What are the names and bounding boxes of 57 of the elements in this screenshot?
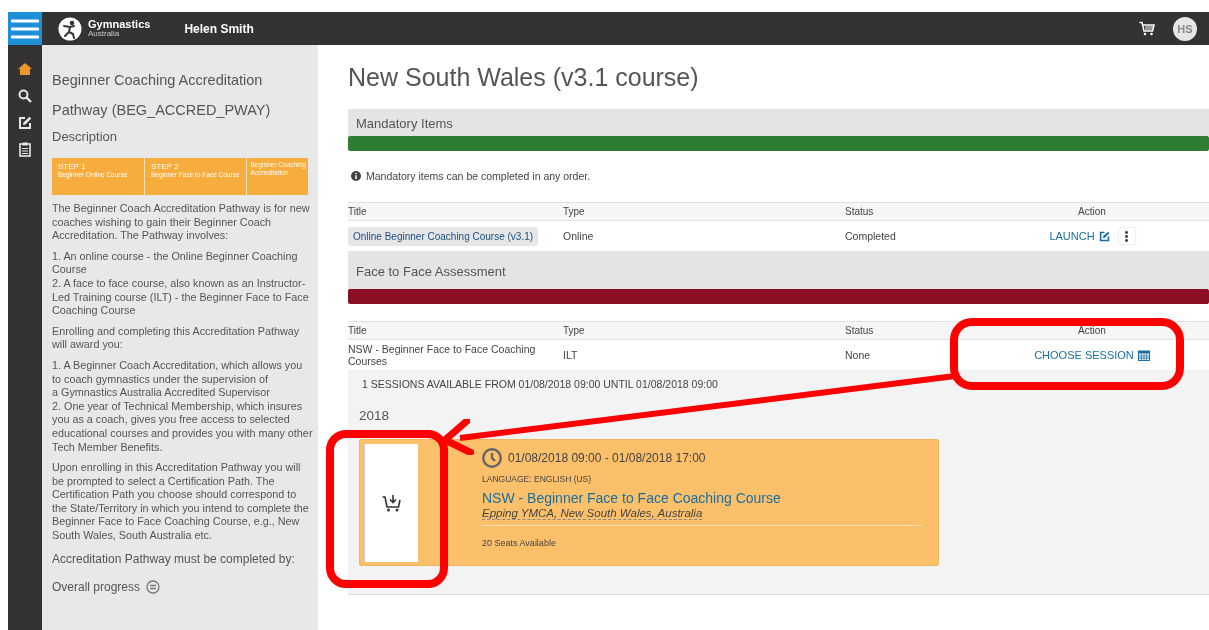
column-header: Action [1077,206,1107,217]
course-title: NSW - Beginner Face to Face Coaching Courses [348,343,536,367]
description-paragraph: Enrolling and completing this Accreditation Pathway will award you: [52,324,301,352]
column-header: Type [563,325,586,336]
column-header: Status [845,206,875,217]
menu-button[interactable] [8,12,42,45]
more-options-button[interactable] [1118,228,1135,244]
type-cell-text: Online [563,230,595,242]
cart-icon[interactable] [1139,21,1155,36]
org-subtitle: Australia [88,30,120,38]
progress-circle-icon [146,579,161,594]
home-icon[interactable] [17,61,33,76]
gymnast-logo-icon [58,16,82,41]
status-cell-text: Completed [845,230,897,242]
org-name: Gymnastics [88,19,151,30]
session-time: 01/08/2018 09:00 - 01/08/2018 17:00 [508,451,706,465]
session-location: Epping YMCA, New South Wales, Australia [482,507,703,520]
edit-icon[interactable] [18,115,32,130]
page-title: New South Wales (v3.1 course) [348,63,700,93]
description-paragraph: 1. An online course - the Online Beginner Coaching Course 2. A face to face course, also known as an Instructor-Led Training course (ILT) - the Beginner Face to Face Coaching Course [52,249,310,318]
step-title: STEP 1 [58,162,87,171]
clipboard-icon[interactable] [19,142,31,157]
section-title: Mandatory Items [356,116,453,131]
description-paragraph: 1. A Beginner Coach Accreditation, which allows you to coach gymnastics under the supervision of a Gymnastics Australia Accredited Supervisor 2. One year of Technical Membership, which insures you as a coach, gives you free access to selected educational courses and provides you with many other Tech Member Benefits. [52,358,313,455]
deadline-label: Accreditation Pathway must be completed by: [52,551,296,566]
calendar-icon [1137,349,1150,361]
year-heading: 2018 [359,408,391,423]
seats-available: 20 Seats Available [482,525,922,548]
pathway-title: Beginner Coaching Accreditation Pathway (BEG_ACCRED_PWAY) [52,71,272,120]
column-header: Status [845,325,875,336]
kebab-icon [1125,230,1129,242]
column-header: Type [563,206,586,217]
clock-icon [482,448,502,468]
description-paragraph: Upon enrolling in this Accreditation Pathway you will be prompted to select a Certification Path. The Certification Path you choose should correspond to the State/Territory in which you intend to complete the Beginner Face to Face Coaching Course, e.g., New South Wales, South Australia etc. [52,461,310,543]
menu-icon [11,18,39,39]
session-title-link[interactable]: NSW - Beginner Face to Face Coaching Course [482,490,922,506]
cart-plus-icon [381,494,402,512]
step-title: STEP 2 [151,162,180,171]
course-link[interactable]: Online Beginner Coaching Course (v3.1) [348,227,539,246]
user-name: Helen Smith [184,21,254,36]
status-cell-text: None [845,349,872,361]
column-header: Title [348,325,368,336]
launch-link[interactable]: LAUNCH [1049,230,1095,242]
info-icon [351,171,361,181]
sessions-summary: 1 SESSIONS AVAILABLE FROM 01/08/2018 09:00 UNTIL 01/08/2018 09:00 [362,378,719,390]
search-icon[interactable] [18,88,32,103]
description-label: Description [52,129,119,144]
column-header: Action [1077,325,1107,336]
description-paragraph: The Beginner Coach Accreditation Pathway is for new coaches wishing to gain their Beginner Coach Accreditation. The Pathway involves: [52,202,311,243]
info-text: Mandatory items can be completed in any order. [366,170,591,182]
type-cell-text: ILT [563,349,579,361]
column-header: Title [348,206,368,217]
edit-icon [1098,230,1110,242]
section-title: Face to Face Assessment [356,264,506,279]
progress-label: Overall progress [52,579,141,594]
choose-session-link[interactable]: CHOOSE SESSION [1034,349,1134,361]
session-language: LANGUAGE: ENGLISH (US) [482,474,593,484]
